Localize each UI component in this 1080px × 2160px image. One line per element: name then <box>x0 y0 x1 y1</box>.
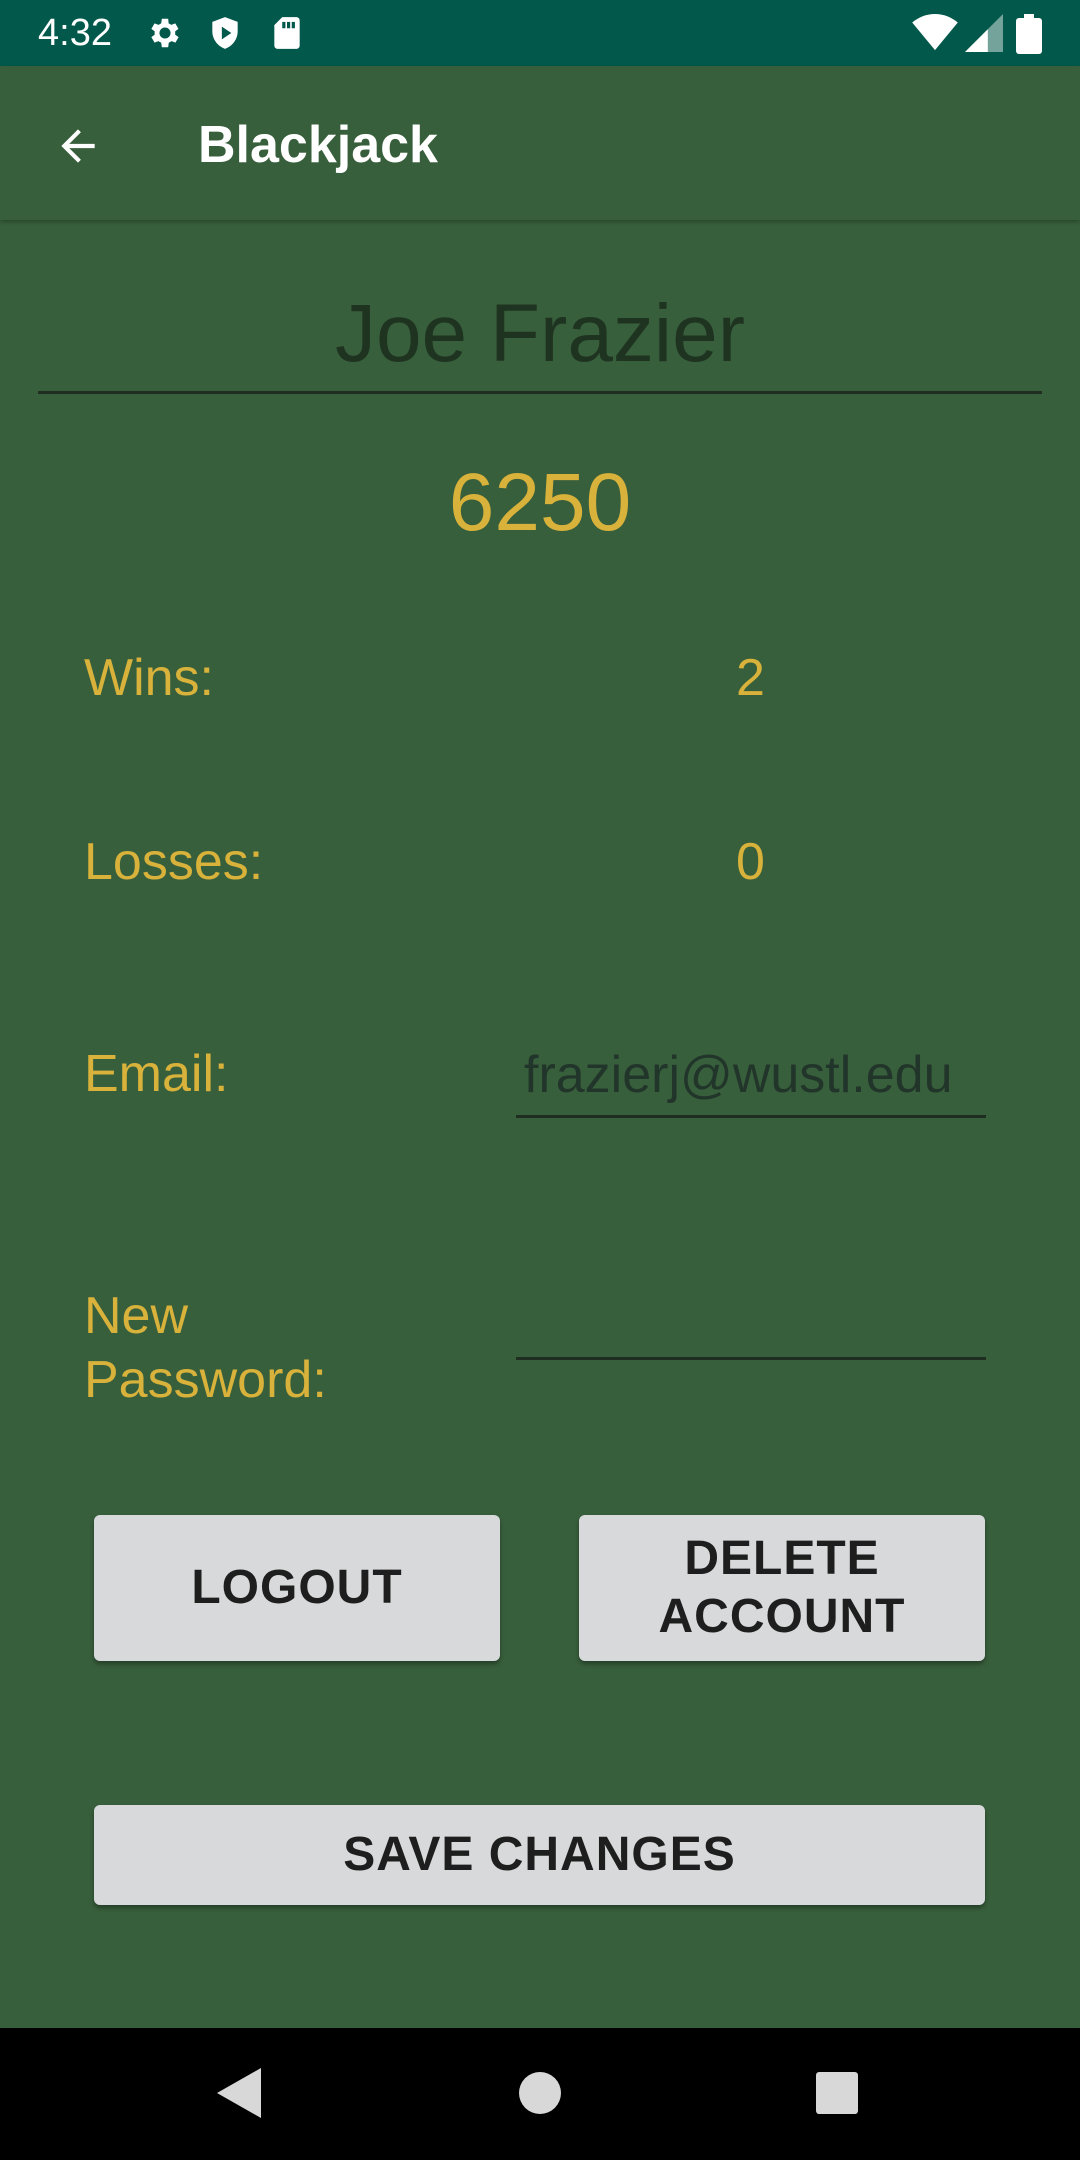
nav-back-button[interactable] <box>195 2050 285 2140</box>
back-triangle-icon <box>217 2067 263 2123</box>
losses-value: 0 <box>736 833 765 891</box>
nav-recents-button[interactable] <box>792 2050 882 2140</box>
save-changes-button[interactable]: SAVE CHANGES <box>94 1805 985 1905</box>
navigation-bar <box>0 2028 1080 2160</box>
signal-icon <box>964 14 1004 52</box>
gear-icon <box>146 14 184 52</box>
sd-card-icon <box>268 14 306 52</box>
page-title: Blackjack <box>198 116 438 174</box>
arrow-back-icon <box>53 121 103 176</box>
status-time: 4:32 <box>38 12 112 54</box>
email-field[interactable]: frazierj@wustl.edu <box>516 1040 986 1118</box>
status-bar: 4:32 <box>0 0 1080 66</box>
shield-icon <box>206 14 244 52</box>
chip-balance: 6250 <box>448 457 632 548</box>
recents-square-icon <box>816 2071 858 2119</box>
delete-account-button[interactable]: DELETE ACCOUNT <box>579 1515 985 1661</box>
home-circle-icon <box>519 2071 561 2119</box>
logout-button[interactable]: LOGOUT <box>94 1515 500 1661</box>
new-password-label: New Password: <box>84 1287 327 1409</box>
nav-home-button[interactable] <box>495 2050 585 2140</box>
app-bar: Blackjack <box>0 66 1080 220</box>
wins-value: 2 <box>736 649 765 707</box>
email-label: Email: <box>84 1045 229 1103</box>
battery-icon <box>1016 14 1042 54</box>
wifi-icon <box>912 14 958 52</box>
wins-label: Wins: <box>84 649 214 707</box>
new-password-field[interactable] <box>516 1292 986 1360</box>
losses-label: Losses: <box>84 833 264 891</box>
back-button[interactable] <box>40 110 116 186</box>
username-field[interactable]: Joe Frazier <box>38 280 1042 394</box>
